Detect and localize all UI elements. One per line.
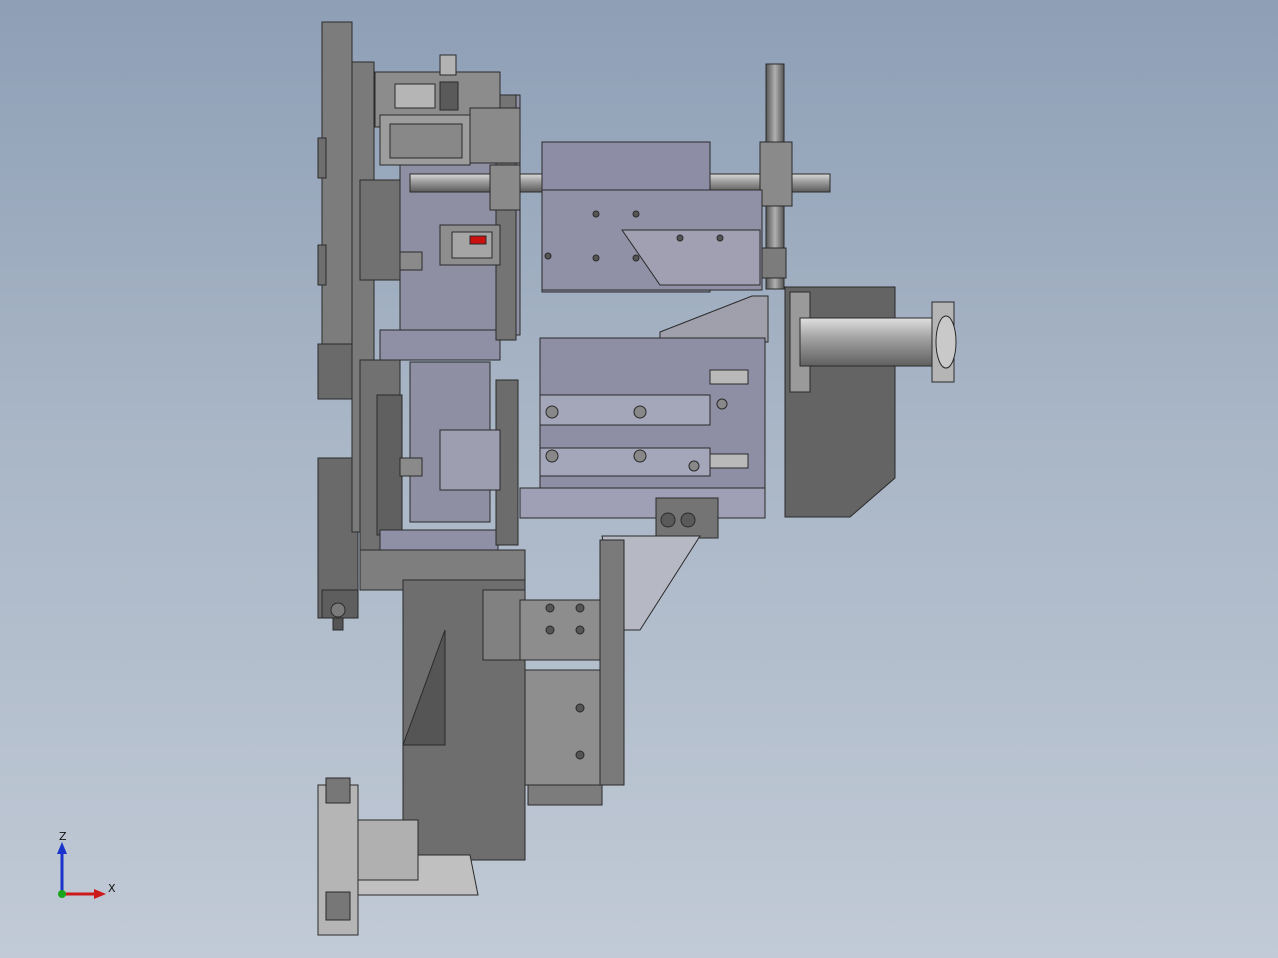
x-axis-label: X bbox=[108, 882, 116, 895]
cylinder-actuator[interactable] bbox=[784, 286, 957, 518]
upper-slide-block[interactable] bbox=[541, 141, 763, 293]
x-axis-arrow bbox=[94, 889, 106, 899]
graphics-viewport[interactable]: Z X bbox=[0, 0, 1278, 958]
cad-model-assembly[interactable] bbox=[0, 0, 1278, 958]
z-axis-arrow bbox=[57, 842, 67, 854]
top-motor[interactable] bbox=[374, 54, 521, 166]
linear-slide-module[interactable] bbox=[519, 337, 766, 519]
left-vertical-plate[interactable] bbox=[317, 21, 355, 400]
lower-body[interactable] bbox=[359, 539, 625, 861]
y-axis-dot bbox=[58, 890, 66, 898]
red-sensor-block[interactable] bbox=[439, 224, 501, 266]
z-axis-label: Z bbox=[59, 830, 67, 843]
axis-triad: Z X bbox=[57, 830, 116, 899]
vertical-post[interactable] bbox=[759, 63, 793, 290]
angled-support-plate[interactable] bbox=[659, 295, 769, 343]
